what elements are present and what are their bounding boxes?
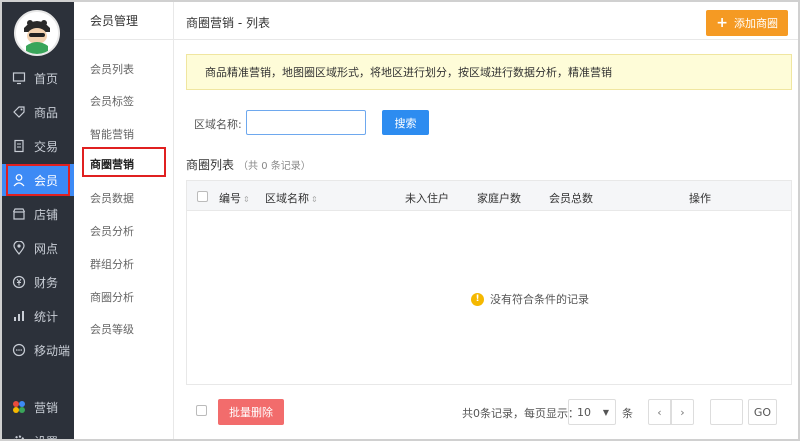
receipt-icon <box>12 139 26 153</box>
main-content: 商圈营销 - 列表 + 添加商圈 商品精准营销，地图圈区域形式，将地区进行划分，… <box>174 2 798 439</box>
select-all-checkbox[interactable] <box>197 191 208 202</box>
empty-state: ! 没有符合条件的记录 <box>187 291 793 307</box>
page-number-input[interactable] <box>710 399 743 425</box>
empty-text: 没有符合条件的记录 <box>490 293 589 306</box>
nav-item-label: 统计 <box>34 309 59 324</box>
location-icon <box>12 240 26 255</box>
area-name-label: 区域名称: <box>194 118 242 131</box>
yen-icon <box>12 275 26 289</box>
gear-icon <box>12 434 26 439</box>
nav-item-member[interactable]: 会员 <box>2 164 74 196</box>
subnav-item-smart-marketing[interactable]: 智能营销 <box>90 126 134 142</box>
nav-item-label: 网点 <box>34 241 59 256</box>
nav-item-store[interactable]: 店铺 <box>2 198 74 230</box>
nav-item-label: 财务 <box>34 275 59 290</box>
nav-item-label: 商品 <box>34 105 59 120</box>
next-page-button[interactable]: › <box>671 399 694 425</box>
nav-item-finance[interactable]: 财务 <box>2 266 74 298</box>
column-label: 编号 <box>219 192 241 205</box>
nav-item-goods[interactable]: 商品 <box>2 96 74 128</box>
add-area-button[interactable]: + 添加商圈 <box>706 10 788 36</box>
batch-delete-button[interactable]: 批量删除 <box>218 399 284 425</box>
sort-icon: ⇕ <box>243 195 250 204</box>
area-name-input[interactable] <box>246 110 366 135</box>
nav-item-label: 店铺 <box>34 207 59 222</box>
store-icon <box>12 207 26 221</box>
subnav-item-member-tags[interactable]: 会员标签 <box>90 93 134 109</box>
nav-item-outlet[interactable]: 网点 <box>2 232 74 264</box>
table-header: 编号 ⇕ 区域名称 ⇕ 未入住户 家庭户数 会员总数 操作 <box>187 181 791 211</box>
column-header-id[interactable]: 编号 ⇕ <box>219 190 250 206</box>
main-nav: 首页 商品 交易 会员 店铺 网点 财务 统计 移动端 营销 <box>2 2 74 440</box>
prev-page-button[interactable]: ‹ <box>648 399 671 425</box>
nav-item-settings[interactable]: 设置 <box>2 425 74 440</box>
column-header-households: 家庭户数 <box>477 192 521 205</box>
breadcrumb: 商圈营销 - 列表 <box>186 16 270 30</box>
app-frame: 首页 商品 交易 会员 店铺 网点 财务 统计 移动端 营销 会员管理 会员列表… <box>0 0 800 441</box>
highlight-box <box>82 147 166 177</box>
warning-icon: ! <box>471 292 484 306</box>
nav-item-label: 首页 <box>34 71 59 86</box>
subnav-item-member-list[interactable]: 会员列表 <box>90 61 134 77</box>
search-button[interactable]: 搜索 <box>382 110 429 135</box>
table-footer: 批量删除 共0条记录，每页显示： 10 ▼ 条 ‹ › GO <box>186 385 792 439</box>
page-size-select[interactable]: 10 ▼ <box>568 399 616 425</box>
bar-chart-icon <box>12 309 26 323</box>
sub-nav: 会员管理 会员列表 会员标签 智能营销 商圈营销 会员数据 会员分析 群组分析 … <box>74 2 174 439</box>
add-area-label: 添加商圈 <box>734 17 778 30</box>
nav-item-marketing[interactable]: 营销 <box>2 391 74 423</box>
record-count: （共 0 条记录） <box>238 161 311 172</box>
nav-item-mobile[interactable]: 移动端 <box>2 334 74 366</box>
avatar[interactable] <box>14 10 60 56</box>
subnav-item-member-data[interactable]: 会员数据 <box>90 190 134 206</box>
tag-icon <box>12 105 26 119</box>
sort-icon: ⇕ <box>311 195 318 204</box>
flower-icon <box>12 400 26 414</box>
plus-icon: + <box>716 15 728 31</box>
column-header-vacant: 未入住户 <box>405 192 449 205</box>
user-icon <box>12 173 26 187</box>
nav-item-label: 交易 <box>34 139 59 154</box>
page-unit: 条 <box>622 407 633 420</box>
list-title: 商圈列表 （共 0 条记录） <box>186 156 311 173</box>
column-header-members: 会员总数 <box>549 192 593 205</box>
select-all-checkbox-footer[interactable] <box>196 405 207 416</box>
page-size-value: 10 <box>577 405 591 419</box>
nav-item-trade[interactable]: 交易 <box>2 130 74 162</box>
column-header-actions: 操作 <box>689 192 711 205</box>
subnav-item-group-analysis[interactable]: 群组分析 <box>90 256 134 272</box>
page-info: 共0条记录，每页显示： <box>462 407 579 420</box>
top-bar: 商圈营销 - 列表 + 添加商圈 <box>174 2 798 40</box>
column-label: 区域名称 <box>265 192 309 205</box>
nav-item-label: 营销 <box>34 400 59 415</box>
chat-icon <box>12 343 26 357</box>
subnav-item-member-level[interactable]: 会员等级 <box>90 321 134 337</box>
list-title-text: 商圈列表 <box>186 158 235 172</box>
info-notice: 商品精准营销，地图圈区域形式，将地区进行划分，按区域进行数据分析，精准营销 <box>186 54 792 90</box>
column-header-area-name[interactable]: 区域名称 ⇕ <box>265 190 318 206</box>
nav-item-label: 移动端 <box>34 343 71 358</box>
nav-item-label: 设置 <box>34 433 58 440</box>
area-table: 编号 ⇕ 区域名称 ⇕ 未入住户 家庭户数 会员总数 操作 ! 没有符合条件的记录 <box>186 180 792 385</box>
go-button[interactable]: GO <box>748 399 777 425</box>
nav-item-home[interactable]: 首页 <box>2 62 74 94</box>
nav-item-stats[interactable]: 统计 <box>2 300 74 332</box>
monitor-icon <box>12 71 26 85</box>
subnav-item-member-analysis[interactable]: 会员分析 <box>90 223 134 239</box>
subnav-item-area-analysis[interactable]: 商圈分析 <box>90 289 134 305</box>
caret-down-icon: ▼ <box>602 408 609 417</box>
subnav-title: 会员管理 <box>74 2 173 40</box>
